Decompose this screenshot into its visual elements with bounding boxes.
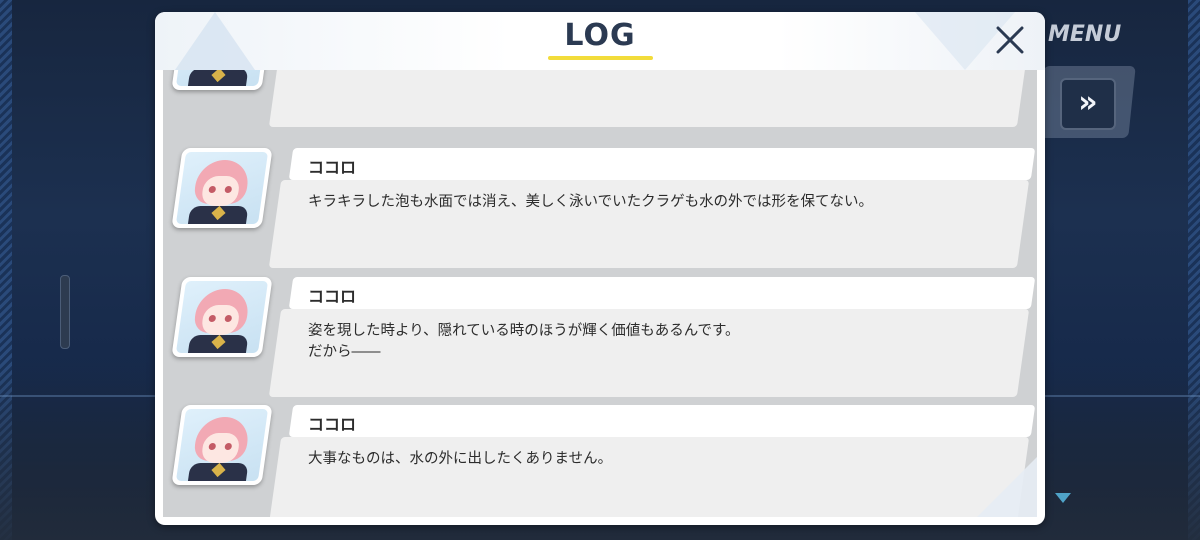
message-text: キラキラした泡も水面では消え、美しく泳いでいたクラゲも水の外では形を保てない。 [308,194,874,210]
avatar [171,277,273,357]
speaker-name-box [288,405,1036,437]
side-handle[interactable] [60,275,70,349]
log-panel: LOG ココロ キラキラした泡も水面では消え、美しく泳いでいたクラゲも水の外では… [155,12,1045,525]
log-entry: ココロ キラキラした泡も水面では消え、美しく泳いでいたクラゲも水の外では形を保て… [163,148,1037,270]
avatar [171,70,273,90]
next-arrow-icon[interactable] [1055,493,1071,503]
fast-forward-button[interactable]: » [1060,78,1116,130]
log-list[interactable]: ココロ キラキラした泡も水面では消え、美しく泳いでいたクラゲも水の外では形を保て… [163,70,1037,517]
message-text: 大事なものは、水の外に出したくありません。 [308,451,613,467]
speaker-name-box [288,277,1036,309]
speaker-name: ココロ [308,158,357,177]
message-text: 姿を現した時より、隠れている時のほうが輝く価値もあるんです。 だから―― [308,323,740,360]
log-entry: ココロ 姿を現した時より、隠れている時のほうが輝く価値もあるんです。 だから―― [163,277,1037,399]
speaker-name: ココロ [308,287,357,306]
menu-button[interactable]: MENU [1048,20,1128,50]
log-header: LOG [155,12,1045,70]
avatar [171,148,273,228]
speaker-name-box [288,148,1036,180]
title-underline [548,56,653,60]
fast-forward-icon: » [1078,85,1098,120]
log-entry: ココロ 大事なものは、水の外に出したくありません。 [163,405,1037,517]
speaker-name: ココロ [308,415,357,434]
close-button[interactable] [990,20,1030,60]
message-box [268,70,1030,127]
avatar [171,405,273,485]
body-decoration [977,457,1037,517]
close-icon [996,26,1024,54]
log-title: LOG [564,18,636,53]
